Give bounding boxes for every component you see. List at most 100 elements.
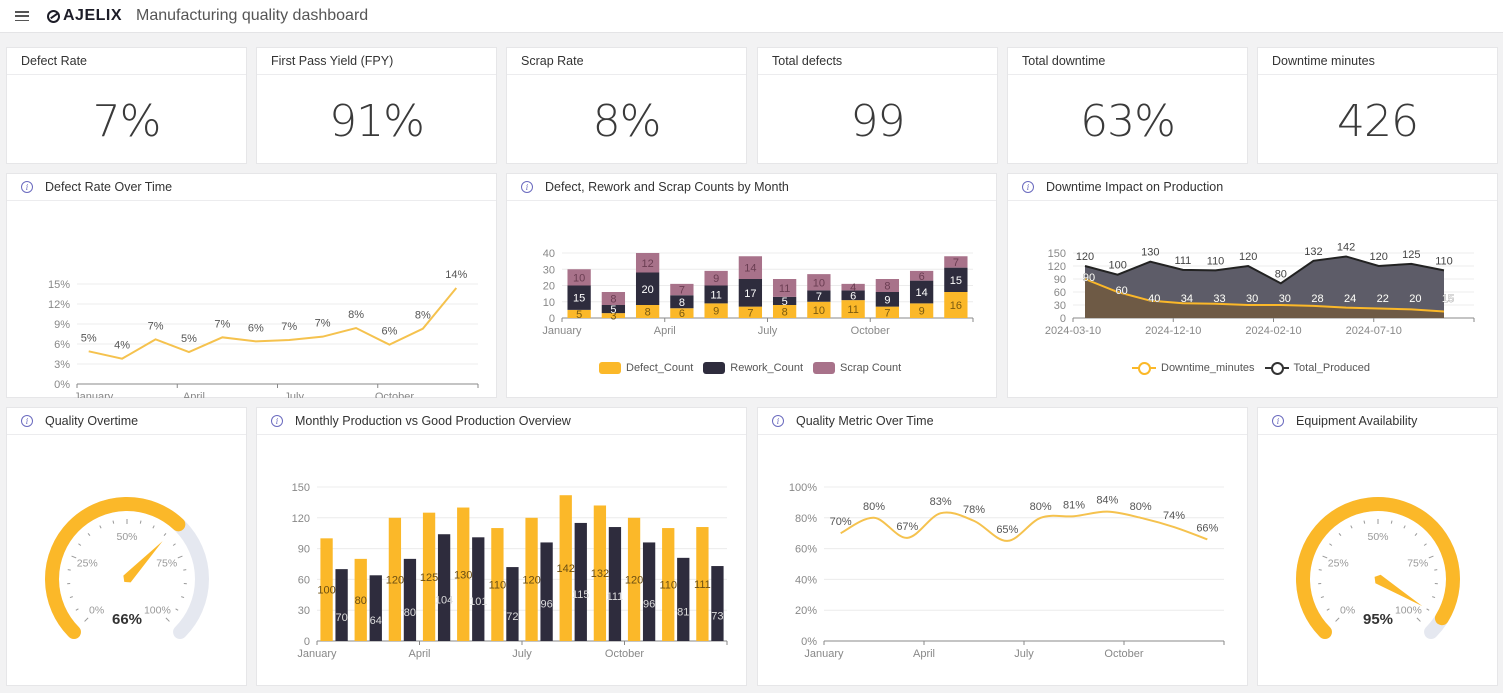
data-label: 65% (996, 524, 1018, 536)
info-icon[interactable]: i (1272, 415, 1284, 427)
legend-swatch (813, 362, 836, 374)
data-label: 7% (148, 320, 164, 332)
x-tick-label: April (183, 391, 205, 398)
gauge-tick (1423, 543, 1427, 546)
good-production-bar (711, 566, 724, 641)
info-icon[interactable]: i (521, 181, 533, 193)
gauge-tick-label: 0% (89, 604, 104, 616)
legend-item-scrap[interactable]: Scrap Count (813, 362, 901, 374)
kpi-value: 99 (850, 96, 906, 147)
legend-item-defect[interactable]: Defect_Count (599, 362, 693, 374)
card-title: Defect, Rework and Scrap Counts by Month (545, 180, 789, 194)
x-tick-label: January (74, 391, 114, 398)
total-produced-label: 110 (1435, 255, 1453, 267)
bar-data-label: 12 (642, 258, 654, 270)
gauge-tick (172, 543, 176, 546)
quality-metric-line-chart: 0% 20% 40% 60% 80% 100% January April July Octobe… (789, 482, 1225, 660)
chart-legend: Downtime_minutes Total_Produced (1132, 362, 1370, 375)
bar-data-label: 130 (454, 569, 472, 581)
bar-data-label: 6 (679, 308, 685, 320)
total-produced-label: 120 (1370, 251, 1388, 263)
bar-data-label: 14 (744, 263, 756, 275)
card-counts-by-month: i Defect, Rework and Scrap Counts by Mont… (506, 173, 997, 398)
logo-text: AJELIX (63, 7, 123, 24)
gauge-tick (181, 596, 185, 599)
quality-gauge: 0% 25% 50% 75% 100%66% (45, 497, 209, 640)
info-icon[interactable]: i (21, 181, 33, 193)
data-label: 6% (382, 326, 398, 338)
y-tick-label: 30 (298, 605, 310, 617)
bar-data-label: 120 (625, 574, 643, 586)
bar-data-label: 14 (916, 287, 928, 299)
gauge-tick (1426, 608, 1430, 611)
x-tick-label: 2024-02-10 (1245, 325, 1301, 337)
bar-data-label: 125 (420, 572, 438, 584)
logo[interactable]: AJELIX (47, 7, 122, 25)
downtime-label: 90 (1083, 272, 1095, 284)
kpi-value: 63% (1080, 96, 1176, 147)
legend-label: Rework_Count (730, 362, 804, 374)
legend-label: Defect_Count (626, 362, 694, 374)
gauge-tick (84, 617, 89, 622)
bar-data-label: 132 (591, 568, 609, 580)
x-tick-label: 2024-12-10 (1145, 325, 1201, 337)
x-tick-label: July (758, 325, 778, 337)
gauge-tick (99, 525, 102, 529)
data-label: 4% (114, 340, 130, 352)
kpi-label: First Pass Yield (FPY) (257, 48, 496, 75)
info-icon[interactable]: i (271, 415, 283, 427)
legend-label: Downtime_minutes (1161, 362, 1255, 374)
data-label: 80% (1030, 501, 1052, 513)
kpi-value: 426 (1337, 96, 1419, 147)
gauge-tick (177, 555, 183, 559)
bar-data-label: 8 (884, 281, 890, 293)
bar-data-label: 96 (643, 599, 655, 611)
kpi-value: 7% (92, 96, 162, 147)
bar-data-label: 110 (489, 580, 507, 592)
info-icon[interactable]: i (1022, 181, 1034, 193)
gauge-tick-label: 75% (156, 558, 177, 570)
legend-label: Total_Produced (1293, 362, 1370, 374)
gauge-tick (1320, 596, 1324, 599)
bar-data-label: 120 (386, 574, 404, 586)
gauge-tick (139, 520, 142, 524)
y-tick-label: 120 (1048, 261, 1066, 273)
y-tick-label: 15% (48, 279, 70, 291)
data-label: 6% (248, 322, 264, 334)
y-tick-label: 0 (1060, 313, 1066, 325)
y-tick-label: 60% (795, 544, 817, 556)
bar-data-label: 17 (744, 288, 756, 300)
card-title: Monthly Production vs Good Production Ov… (295, 414, 571, 428)
bar-data-label: 5 (782, 296, 788, 308)
gauge-tick (1432, 596, 1436, 599)
info-icon[interactable]: i (772, 415, 784, 427)
bar-data-label: 7 (884, 307, 890, 319)
x-tick-label: October (375, 391, 414, 398)
y-tick-label: 0% (54, 379, 70, 391)
y-tick-label: 20 (543, 281, 555, 293)
total-produced-label: 80 (1275, 268, 1287, 280)
y-tick-label: 30 (543, 264, 555, 276)
good-production-bar (335, 569, 348, 641)
kpi-label: Downtime minutes (1258, 48, 1497, 75)
gauge-tick (1326, 608, 1330, 611)
x-tick-label: January (297, 648, 337, 660)
total-produced-label: 110 (1207, 255, 1225, 267)
gauge-tick (71, 555, 77, 559)
hamburger-icon[interactable] (15, 11, 29, 21)
legend-item-downtime[interactable]: Downtime_minutes (1132, 362, 1255, 375)
legend-item-total-produced[interactable]: Total_Produced (1264, 362, 1370, 375)
bar-data-label: 80 (404, 607, 416, 619)
bar-data-label: 64 (370, 615, 382, 627)
dashboard-title: Manufacturing quality dashboard (136, 7, 369, 24)
bar-data-label: 111 (694, 579, 711, 591)
legend-item-rework[interactable]: Rework_Count (703, 362, 803, 374)
data-label: 5% (81, 332, 97, 344)
info-icon[interactable]: i (21, 415, 33, 427)
gauge-tick (87, 533, 91, 536)
x-tick-label: July (512, 648, 532, 660)
downtime-label: 15 (1442, 293, 1454, 305)
data-label: 70% (830, 516, 852, 528)
x-tick-label: October (1104, 648, 1143, 660)
y-tick-label: 9% (54, 319, 70, 331)
